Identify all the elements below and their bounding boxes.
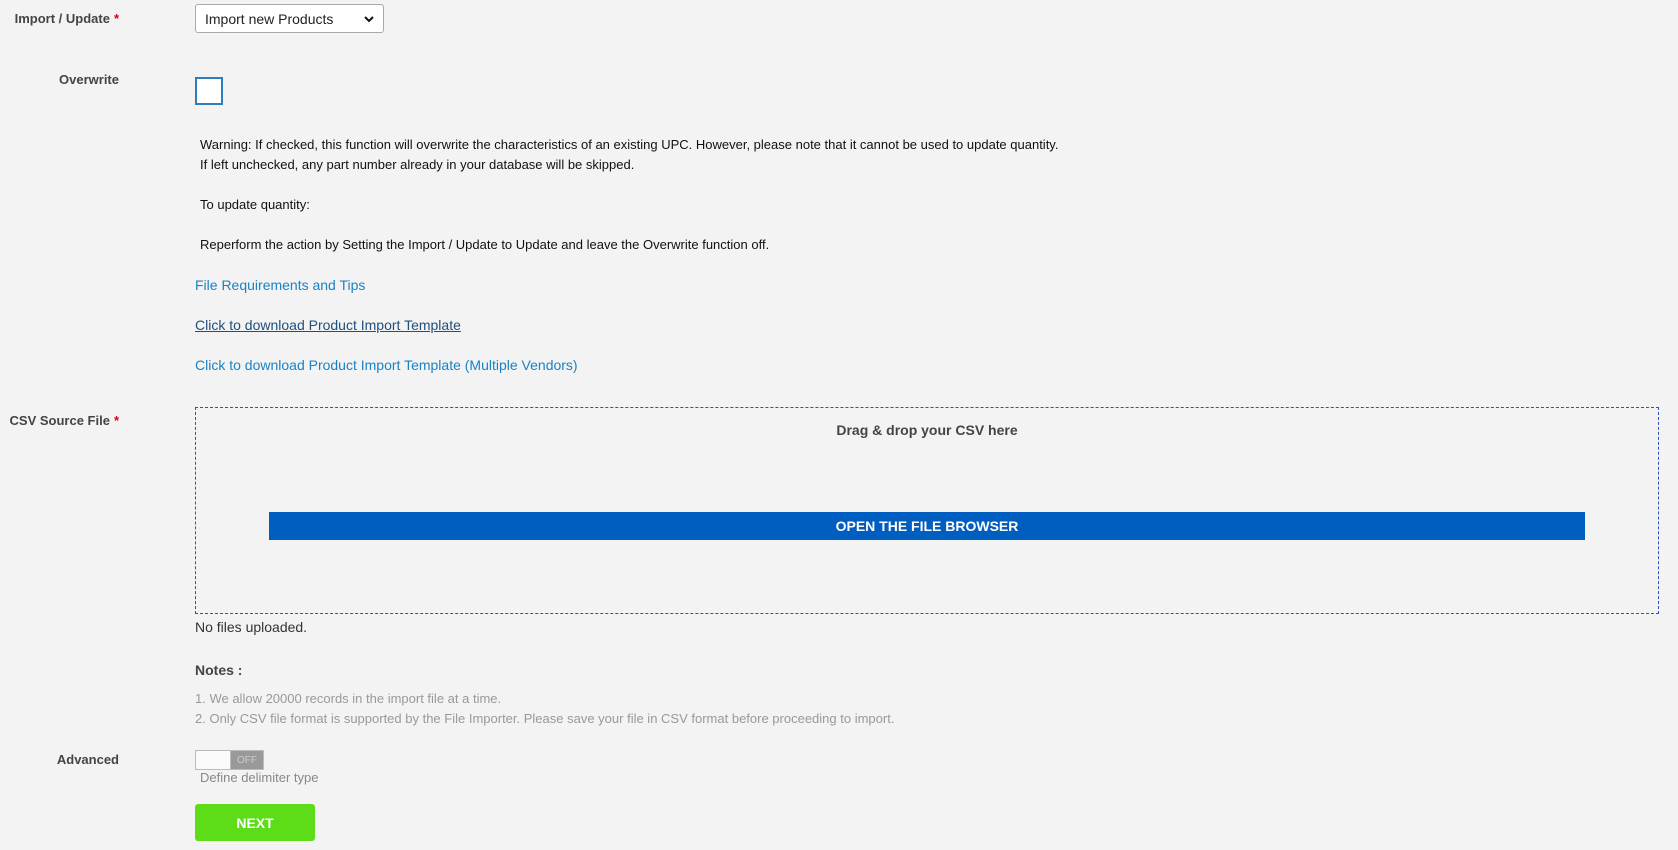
overwrite-checkbox[interactable]: [195, 77, 223, 105]
advanced-toggle[interactable]: OFF: [195, 750, 264, 770]
import-update-selected-value: Import new Products: [205, 10, 334, 27]
notes-title: Notes :: [195, 662, 243, 678]
download-template-multi-vendor-link[interactable]: Click to download Product Import Templat…: [195, 357, 578, 373]
upload-status: No files uploaded.: [195, 619, 308, 635]
dropzone-title: Drag & drop your CSV here: [836, 422, 1018, 438]
csv-source-label: CSV Source File *: [0, 413, 119, 428]
toggle-state: OFF: [231, 751, 263, 769]
toggle-knob: [196, 751, 231, 769]
advanced-label: Advanced: [56, 752, 119, 767]
required-mark: *: [113, 413, 119, 428]
warning-text-line-4: Reperform the action by Setting the Impo…: [200, 237, 770, 252]
required-mark: *: [113, 11, 119, 26]
warning-text-line-1: Warning: If checked, this function will …: [200, 137, 1059, 152]
import-update-label-text: Import / Update: [14, 11, 110, 26]
csv-dropzone[interactable]: Drag & drop your CSV here OPEN THE FILE …: [195, 407, 1659, 614]
note-item: 1. We allow 20000 records in the import …: [195, 691, 502, 706]
delimiter-hint: Define delimiter type: [200, 770, 319, 785]
warning-text-line-2: If left unchecked, any part number alrea…: [200, 157, 635, 172]
download-template-link[interactable]: Click to download Product Import Templat…: [195, 317, 461, 333]
overwrite-label: Overwrite: [59, 72, 119, 87]
chevron-down-icon: [363, 13, 375, 25]
note-item: 2. Only CSV file format is supported by …: [195, 711, 895, 726]
file-requirements-link[interactable]: File Requirements and Tips: [195, 277, 365, 293]
import-update-label: Import / Update *: [0, 11, 119, 26]
warning-text-line-3: To update quantity:: [200, 197, 310, 212]
csv-source-label-text: CSV Source File: [9, 413, 110, 428]
next-button[interactable]: NEXT: [195, 804, 315, 841]
open-file-browser-button[interactable]: OPEN THE FILE BROWSER: [269, 512, 1585, 540]
import-update-select[interactable]: Import new Products: [195, 4, 384, 33]
